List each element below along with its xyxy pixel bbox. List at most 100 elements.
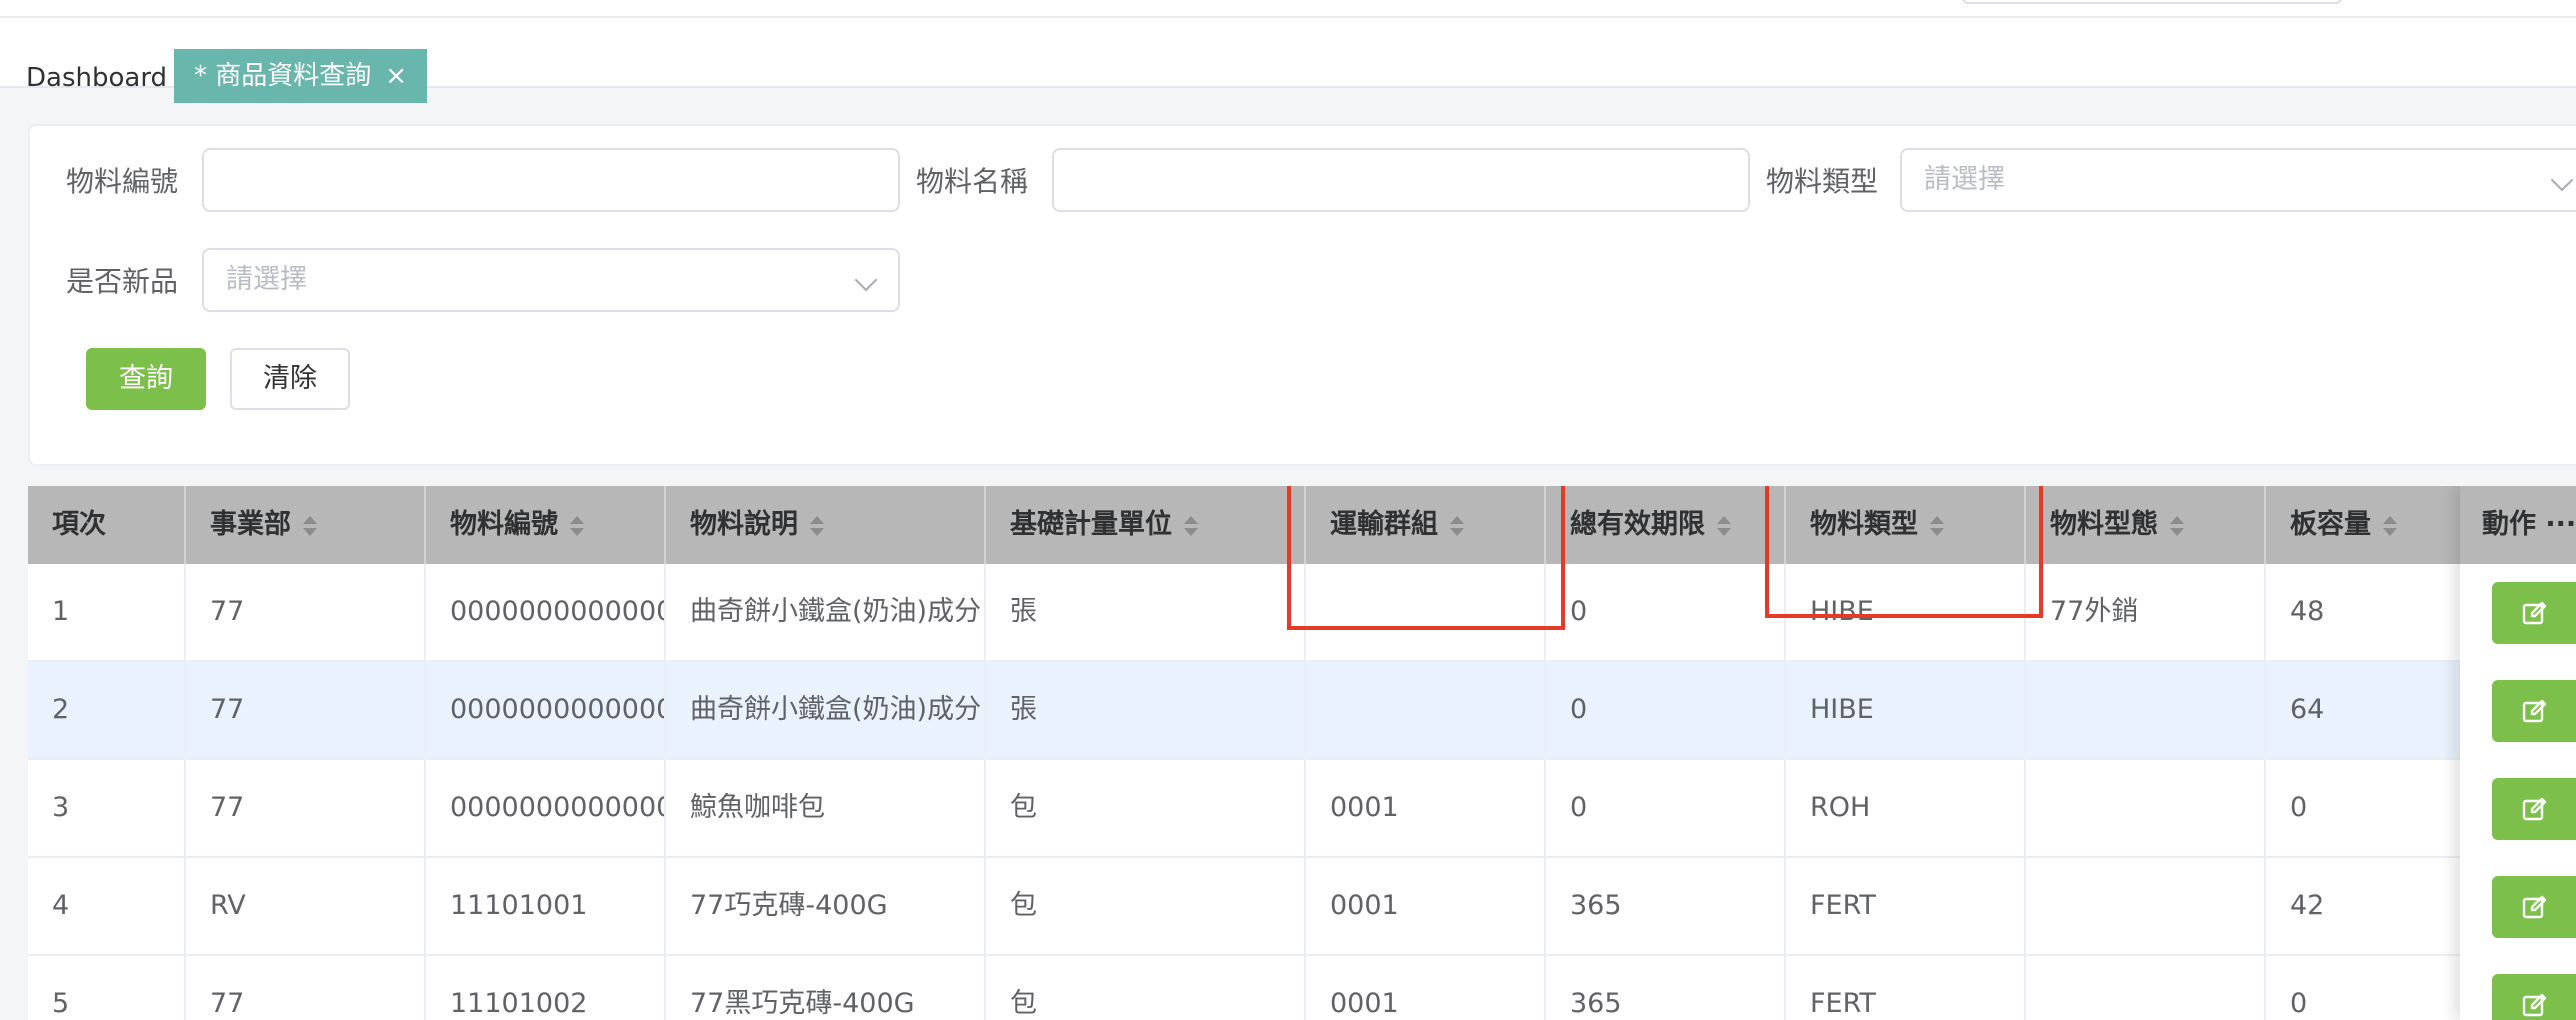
material-table: 項次 事業部 物料編號 物料說明 基礎計量單位 運輸群組 總有效期限 物料類型 物料型態 板容量 … bbox=[28, 486, 2576, 1020]
cell-col-transport-group bbox=[1306, 564, 1546, 660]
table-row[interactable]: 3 77 0000000000000 鯨魚咖啡包包 0001 0 ROH 0 bbox=[28, 760, 2576, 858]
cell-col-base-unit: 包 bbox=[986, 858, 1306, 954]
cell-col-item-no: 4 bbox=[28, 858, 186, 954]
cell-col-material-form bbox=[2026, 858, 2266, 954]
header-col-shelf-life[interactable]: 總有效期限 bbox=[1546, 486, 1786, 564]
cell-col-business-unit: 77 bbox=[186, 564, 426, 660]
filter-panel: 物料編號 物料名稱 物料類型 請選擇 是否新品 請選擇 查詢 清除 bbox=[28, 124, 2576, 466]
cell-col-shelf-life: 0 bbox=[1546, 564, 1786, 660]
cell-col-base-unit: 包 bbox=[986, 956, 1306, 1020]
cell-col-material-form bbox=[2026, 760, 2266, 856]
header-label: 物料編號 bbox=[450, 509, 558, 540]
is-new-select[interactable]: 請選擇 bbox=[202, 248, 900, 312]
cell-col-shelf-life: 0 bbox=[1546, 760, 1786, 856]
cell-col-material-desc: 77黑巧克磚-400G bbox=[666, 956, 986, 1020]
material-type-select[interactable]: 請選擇 bbox=[1900, 148, 2576, 212]
header-label: 運輸群組 bbox=[1330, 509, 1438, 540]
table-row[interactable]: 4 RV 11101001 77巧克磚-400G 包 0001 365 FERT 42 bbox=[28, 858, 2576, 956]
header-col-item-no: 項次 bbox=[28, 486, 186, 564]
cell-col-material-form: 77外銷 bbox=[2026, 564, 2266, 660]
cell-col-material-desc: 曲奇餅小鐵盒(奶油)成分 bbox=[666, 662, 986, 758]
edit-icon bbox=[2522, 895, 2547, 919]
header-label: 物料說明 bbox=[690, 509, 798, 540]
tab-dashboard[interactable]: Dashboard bbox=[26, 44, 167, 112]
material-name-input[interactable] bbox=[1052, 148, 1750, 212]
sort-icon[interactable] bbox=[570, 513, 584, 539]
cell-col-material-form bbox=[2026, 956, 2266, 1020]
is-new-label: 是否新品 bbox=[66, 265, 179, 298]
tab-product-query-label: * 商品資料查詢 bbox=[194, 61, 372, 91]
is-new-placeholder: 請選擇 bbox=[226, 264, 307, 295]
sort-icon[interactable] bbox=[1450, 513, 1464, 539]
edit-button[interactable] bbox=[2492, 778, 2576, 840]
sort-icon[interactable] bbox=[810, 513, 824, 539]
chevron-down-icon bbox=[2550, 168, 2574, 192]
top-navbar bbox=[0, 0, 2576, 18]
table-row[interactable]: 5 77 11101002 77黑巧克磚-400G 包 0001 365 FERT 0 bbox=[28, 956, 2576, 1020]
material-type-placeholder: 請選擇 bbox=[1924, 164, 2005, 195]
material-no-input[interactable] bbox=[202, 148, 900, 212]
table-header: 項次 事業部 物料編號 物料說明 基礎計量單位 運輸群組 總有效期限 物料類型 物料型態 板容量 bbox=[28, 486, 2576, 564]
header-col-business-unit[interactable]: 事業部 bbox=[186, 486, 426, 564]
cell-col-item-no: 2 bbox=[28, 662, 186, 758]
cell-col-material-no: 0000000000000 bbox=[426, 564, 666, 660]
header-label: 物料型態 bbox=[2050, 509, 2158, 540]
tags-view-bar: Dashboard * 商品資料查詢 × bbox=[0, 18, 2576, 103]
header-label: 總有效期限 bbox=[1570, 509, 1705, 540]
edit-button[interactable] bbox=[2492, 876, 2576, 938]
cell-col-material-desc: 曲奇餅小鐵盒(奶油)成分 bbox=[666, 564, 986, 660]
header-col-material-desc[interactable]: 物料說明 bbox=[666, 486, 986, 564]
sort-icon[interactable] bbox=[303, 513, 317, 539]
cell-col-material-no: 11101002 bbox=[426, 956, 666, 1020]
header-col-material-type[interactable]: 物料類型 bbox=[1786, 486, 2026, 564]
header-col-material-form[interactable]: 物料型態 bbox=[2026, 486, 2266, 564]
sort-icon[interactable] bbox=[2383, 513, 2397, 539]
cell-col-transport-group: 0001 bbox=[1306, 760, 1546, 856]
cell-col-material-type: ROH bbox=[1786, 760, 2026, 856]
header-label: 板容量 bbox=[2290, 509, 2371, 540]
tab-product-query[interactable]: * 商品資料查詢 × bbox=[174, 49, 428, 103]
chevron-down-icon bbox=[854, 268, 878, 292]
header-search-box[interactable] bbox=[1962, 0, 2342, 4]
cell-col-material-type: HIBE bbox=[1786, 564, 2026, 660]
material-no-label: 物料編號 bbox=[66, 165, 179, 198]
cell-col-business-unit: 77 bbox=[186, 956, 426, 1020]
cell-col-shelf-life: 0 bbox=[1546, 662, 1786, 758]
sort-icon[interactable] bbox=[1930, 513, 1944, 539]
header-label: 基礎計量單位 bbox=[1010, 509, 1172, 540]
header-col-material-no[interactable]: 物料編號 bbox=[426, 486, 666, 564]
sort-icon[interactable] bbox=[2170, 513, 2184, 539]
sort-icon[interactable] bbox=[1717, 513, 1731, 539]
search-button[interactable]: 查詢 bbox=[86, 348, 206, 410]
cell-col-transport-group: 0001 bbox=[1306, 858, 1546, 954]
cell-col-material-no: 0000000000000 bbox=[426, 662, 666, 758]
table-row[interactable]: 1 77 0000000000000 曲奇餅小鐵盒(奶油)成分張 0 HIBE 77外銷 48 bbox=[28, 564, 2576, 662]
action-column: 動作 ··· bbox=[2460, 486, 2576, 1020]
cell-col-material-type: FERT bbox=[1786, 956, 2026, 1020]
cell-col-material-desc: 77巧克磚-400G bbox=[666, 858, 986, 954]
cell-col-material-type: HIBE bbox=[1786, 662, 2026, 758]
table-row[interactable]: 2 77 0000000000000 曲奇餅小鐵盒(奶油)成分張 0 HIBE 64 bbox=[28, 662, 2576, 760]
edit-button[interactable] bbox=[2492, 582, 2576, 644]
cell-col-base-unit: 張 bbox=[986, 564, 1306, 660]
material-type-label: 物料類型 bbox=[1766, 165, 1879, 198]
cell-col-material-form bbox=[2026, 662, 2266, 758]
cell-col-material-no: 0000000000000 bbox=[426, 760, 666, 856]
header-label: 項次 bbox=[52, 509, 106, 540]
header-col-base-unit[interactable]: 基礎計量單位 bbox=[986, 486, 1306, 564]
cell-col-shelf-life: 365 bbox=[1546, 858, 1786, 954]
clear-button[interactable]: 清除 bbox=[230, 348, 350, 410]
cell-col-business-unit: 77 bbox=[186, 760, 426, 856]
cell-col-item-no: 5 bbox=[28, 956, 186, 1020]
edit-button[interactable] bbox=[2492, 974, 2576, 1020]
cell-col-material-desc: 鯨魚咖啡包 bbox=[666, 760, 986, 856]
cell-col-material-no: 11101001 bbox=[426, 858, 666, 954]
close-icon[interactable]: × bbox=[385, 63, 407, 89]
sort-icon[interactable] bbox=[1184, 513, 1198, 539]
cell-col-material-type: FERT bbox=[1786, 858, 2026, 954]
cell-col-item-no: 3 bbox=[28, 760, 186, 856]
material-name-label: 物料名稱 bbox=[916, 165, 1029, 198]
edit-button[interactable] bbox=[2492, 680, 2576, 742]
cell-col-transport-group: 0001 bbox=[1306, 956, 1546, 1020]
header-col-transport-group[interactable]: 運輸群組 bbox=[1306, 486, 1546, 564]
